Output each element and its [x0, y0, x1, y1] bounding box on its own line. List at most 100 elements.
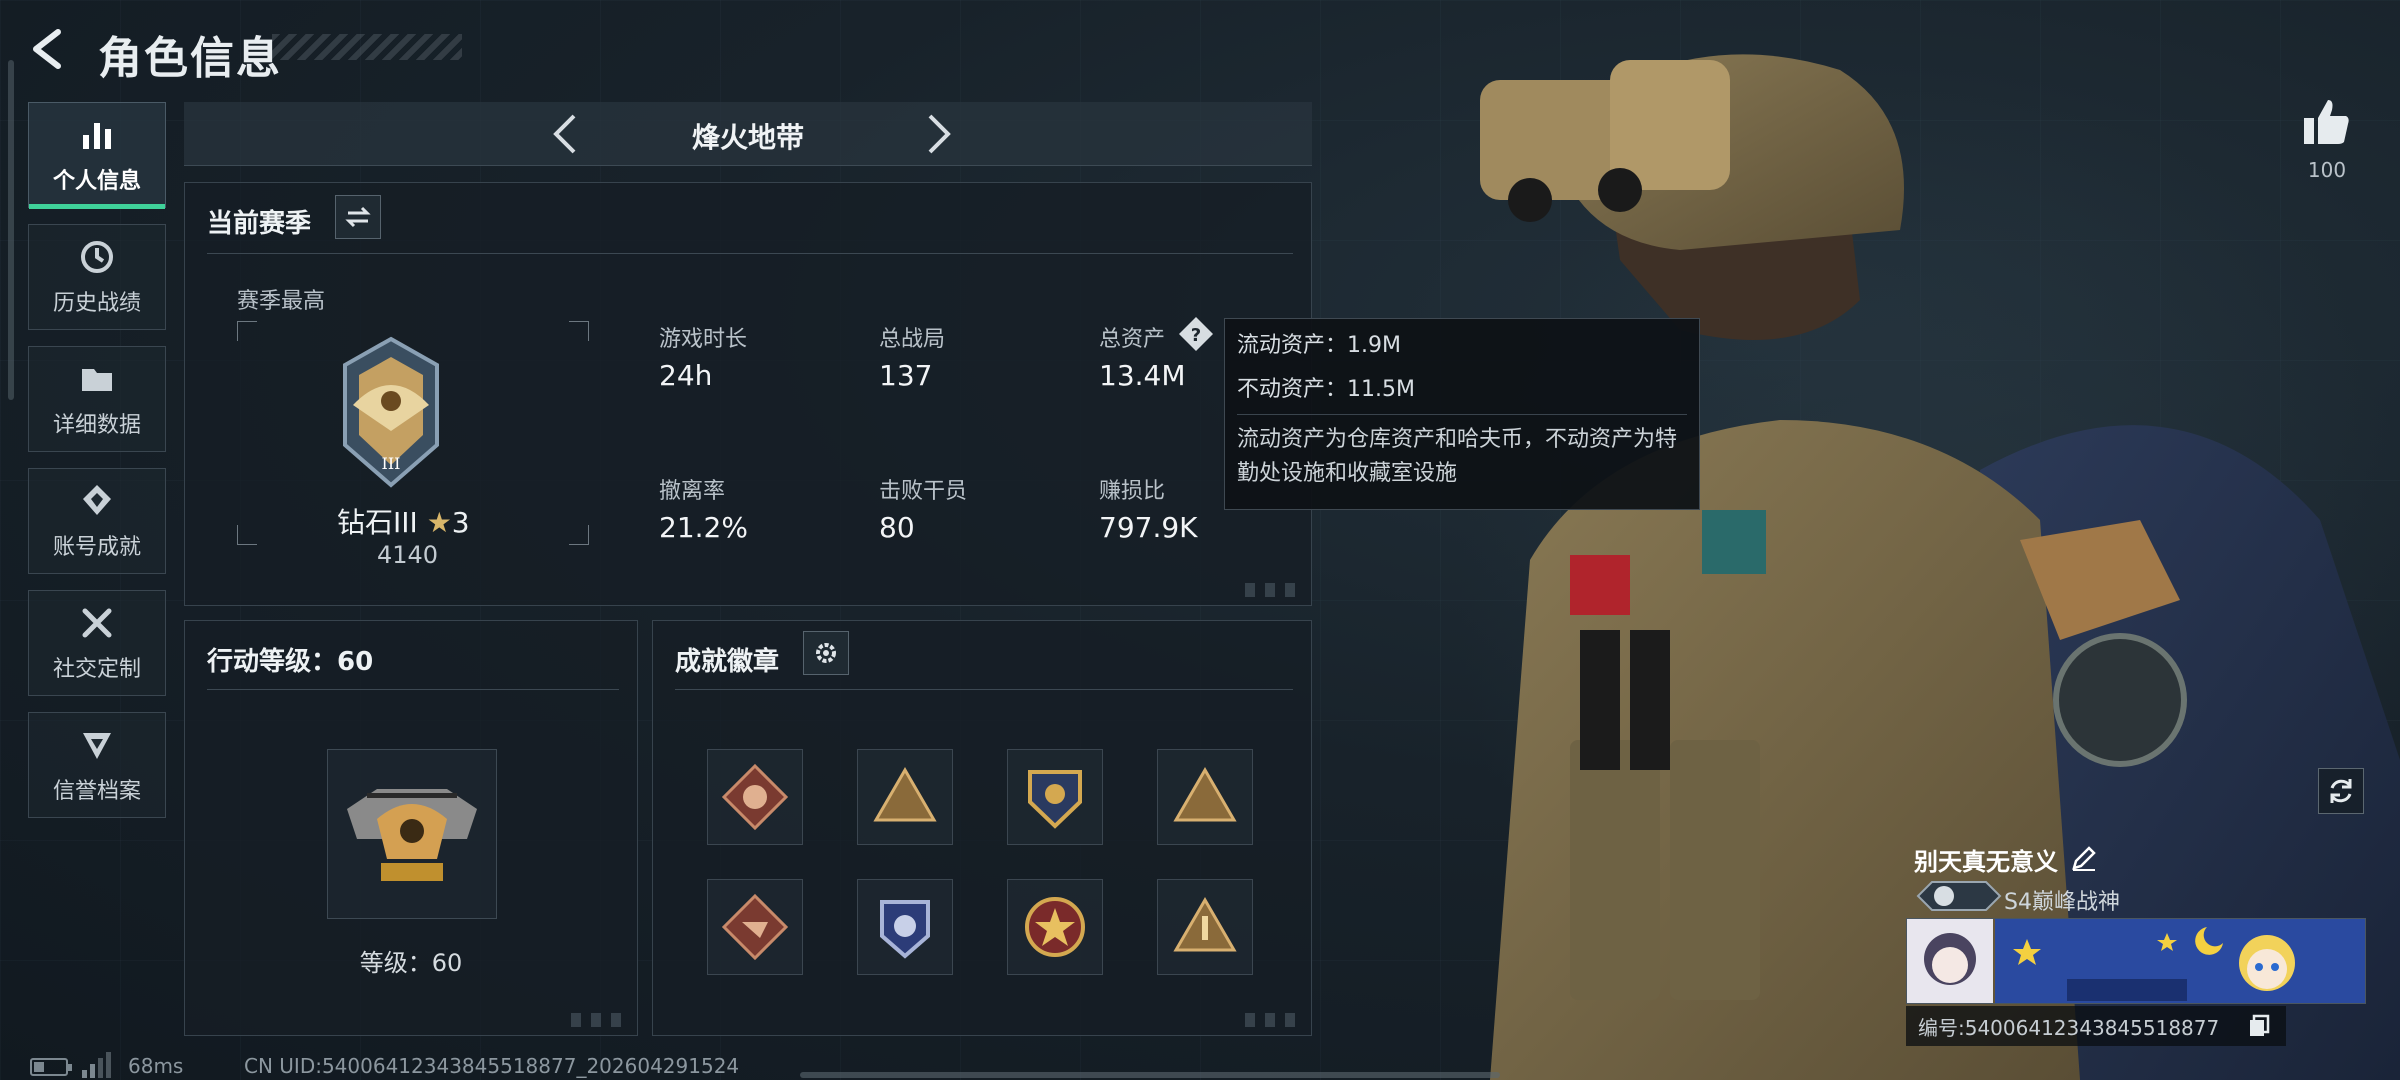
copy-icon[interactable]	[2246, 1012, 2272, 1038]
badge-slot-6[interactable]	[857, 879, 953, 975]
stat-label: 击败干员	[879, 479, 968, 504]
nav-item-social-custom[interactable]: 社交定制	[28, 590, 166, 696]
rank-name: 钻石III ★3	[337, 501, 470, 541]
rank-name-text: 钻石III	[337, 506, 418, 539]
edit-pencil-icon[interactable]	[2070, 844, 2098, 872]
nav-label: 历史战绩	[52, 291, 141, 316]
back-arrow-icon[interactable]	[26, 26, 72, 72]
switch-season-button[interactable]	[335, 195, 381, 239]
folder-icon	[82, 369, 112, 391]
dragon-badge-icon	[721, 893, 789, 961]
chevron-right-icon[interactable]	[914, 110, 962, 158]
stat-label: 总战局	[879, 327, 946, 352]
question-icon[interactable]: ?	[1177, 315, 1215, 353]
rank-pill-icon	[1916, 881, 2002, 911]
stat-label: 赚损比	[1099, 479, 1166, 504]
achievement-badges-panel: 成就徽章	[652, 620, 1312, 1036]
star-badge-icon	[1025, 897, 1085, 957]
nav-item-achievements[interactable]: 账号成就	[28, 468, 166, 574]
divider	[675, 689, 1293, 690]
star-icon: ★	[426, 506, 452, 539]
tooltip-divider	[1237, 414, 1687, 415]
signal-icon	[82, 1052, 111, 1078]
stat-value: 21.2%	[659, 511, 748, 544]
badge-slot-7[interactable]	[1007, 879, 1103, 975]
clock-history-icon	[81, 241, 113, 273]
rocket-triangle-badge-icon	[1173, 897, 1237, 952]
corner-decoration	[1245, 1013, 1301, 1027]
stat-label: 游戏时长	[659, 327, 748, 352]
rank-stars: 3	[451, 506, 470, 539]
nav-label: 信誉档案	[52, 779, 141, 804]
badge-slot-5[interactable]	[707, 879, 803, 975]
cn-uid: CN UID:5400641234384551887​7_20260429152…	[244, 1054, 740, 1078]
nav-label: 详细数据	[52, 413, 141, 438]
achievement-icon	[83, 485, 111, 515]
nav-item-history[interactable]: 历史战绩	[28, 224, 166, 330]
like-count: 100	[2307, 158, 2347, 182]
rotate-character-button[interactable]	[2318, 768, 2364, 814]
corner-decoration	[571, 1013, 627, 1027]
title-decoration	[272, 34, 462, 60]
wolf-badge-icon	[721, 763, 789, 831]
refresh-icon	[2330, 779, 2352, 803]
blue-shield-badge-icon	[880, 900, 930, 959]
bar-chart-icon	[83, 123, 111, 149]
stage: 角色信息 个人信息 历史战绩 详细数据 账号成就 社交定制 信誉档案 烽火地带 …	[0, 0, 2400, 1080]
nav-item-reputation[interactable]: 信誉档案	[28, 712, 166, 818]
stat-value: 137	[879, 359, 933, 392]
player-id-bar: 编号:5400641234384551887​7	[1906, 1006, 2286, 1046]
anime-banner-image	[1907, 919, 2365, 1003]
nav-label: 账号成就	[52, 535, 141, 560]
svg-text:III: III	[382, 454, 401, 473]
asset-tooltip: 流动资产：1.9M 不动资产：11.5M 流动资产为仓库资产和哈夫币，不动资产为…	[1224, 318, 1700, 510]
nav-item-detailed-data[interactable]: 详细数据	[28, 346, 166, 452]
reputation-icon	[83, 733, 111, 759]
ping-value: 68ms	[128, 1054, 184, 1078]
action-level-emblem-frame	[327, 749, 497, 919]
triangle-badge-icon	[873, 767, 937, 822]
corner-decoration	[1245, 583, 1301, 597]
page-title: 角色信息	[98, 33, 282, 84]
tooltip-description: 流动资产为仓库资产和哈夫币，不动资产为特勤处设施和收藏室设施	[1237, 427, 1678, 486]
svg-text:?: ?	[1191, 325, 1201, 346]
stat-value: 24h	[659, 359, 713, 392]
stat-value: 80	[879, 511, 915, 544]
tooltip-fixed-assets: 不动资产：11.5M	[1237, 377, 1415, 402]
stat-value: 797.9K	[1099, 511, 1198, 544]
nav-label: 个人信息	[52, 169, 141, 194]
mode-selector: 烽火地带	[184, 102, 1312, 166]
badge-settings-button[interactable]	[803, 631, 849, 675]
thumbs-up-icon[interactable]	[2300, 96, 2352, 148]
profile-banner[interactable]	[1906, 918, 2366, 1004]
tools-icon	[82, 608, 112, 638]
rank-points: 4140	[377, 541, 439, 569]
badge-slot-1[interactable]	[707, 749, 803, 845]
action-level-panel: 行动等级：60 等级：60	[184, 620, 638, 1036]
badge-slot-8[interactable]	[1157, 879, 1253, 975]
bottom-scrollbar[interactable]	[800, 1072, 1500, 1078]
s4-triangle-badge-icon	[1173, 767, 1237, 822]
badge-slot-2[interactable]	[857, 749, 953, 845]
player-rank-title: S4巅峰战神	[2004, 890, 2120, 915]
player-id: 编号:5400641234384551887​7	[1918, 1015, 2220, 1040]
badge-slot-3[interactable]	[1007, 749, 1103, 845]
gear-icon	[816, 643, 836, 663]
action-level-title: 行动等级：60	[207, 647, 374, 677]
helicopter-emblem-icon	[347, 789, 477, 881]
season-title: 当前赛季	[207, 209, 312, 239]
battery-icon	[30, 1058, 72, 1076]
nav-label: 社交定制	[52, 657, 141, 682]
badges-title: 成就徽章	[675, 647, 780, 677]
mode-title: 烽火地带	[691, 121, 804, 154]
season-best-label: 赛季最高	[237, 289, 326, 314]
nav-item-personal-info[interactable]: 个人信息	[28, 102, 166, 209]
stat-value: 13.4M	[1099, 359, 1186, 392]
stat-label: 撤离率	[659, 479, 726, 504]
nav-scrollbar[interactable]	[8, 60, 14, 400]
badge-slot-4[interactable]	[1157, 749, 1253, 845]
player-name: 别天真无意义	[1914, 848, 2058, 876]
stat-label: 总资产	[1099, 327, 1166, 352]
divider	[207, 253, 1293, 254]
shield-badge-icon	[1028, 770, 1082, 829]
